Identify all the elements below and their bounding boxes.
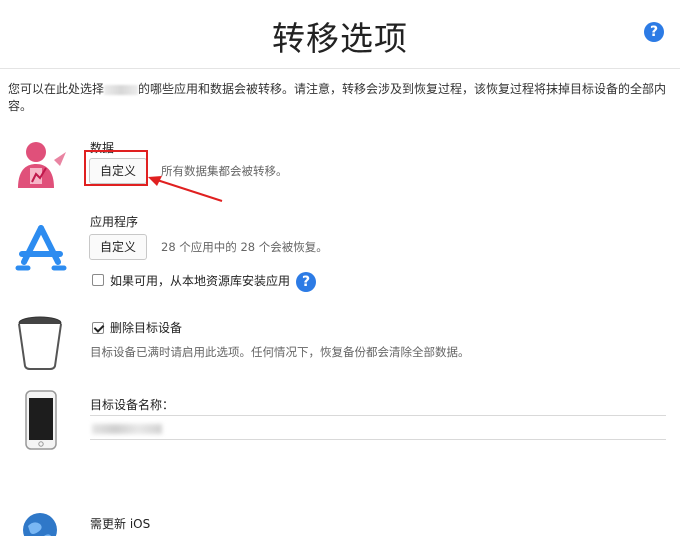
install-help-icon[interactable]: ?	[296, 272, 317, 292]
intro-text: 您可以在此处选择 的哪些应用和数据会被转移。请注意，转移会涉及到恢复过程，该恢复过…	[8, 81, 668, 115]
app-store-icon	[14, 222, 68, 280]
device-name-redacted-value	[92, 424, 162, 434]
header-divider	[0, 68, 680, 69]
apps-section-label: 应用程序	[90, 215, 139, 229]
intro-text-before: 您可以在此处选择	[8, 82, 105, 96]
install-from-library-label: 如果可用，从本地资源库安装应用	[110, 273, 291, 288]
apps-description: 28 个应用中的 28 个会被恢复。	[161, 240, 328, 254]
annotation-highlight-box	[84, 150, 148, 186]
annotation-arrow-icon	[148, 176, 223, 202]
erase-device-label: 删除目标设备	[110, 321, 183, 335]
page-title: 转移选项	[272, 19, 408, 58]
person-data-icon	[14, 138, 68, 194]
device-name-bottom-border	[90, 439, 666, 440]
install-from-library-checkbox[interactable]	[92, 274, 104, 286]
ios-update-label: 需更新 iOS	[90, 517, 151, 531]
apps-customize-button[interactable]: 自定义	[89, 234, 148, 260]
erase-device-checkbox[interactable]	[92, 321, 104, 334]
help-icon[interactable]: ?	[644, 22, 664, 42]
globe-icon	[22, 512, 58, 536]
erase-description: 目标设备已满时请启用此选项。任何情况下，恢复备份都会清除全部数据。	[90, 345, 470, 359]
install-from-library-row[interactable]: 如果可用，从本地资源库安装应用 ?	[92, 270, 317, 292]
iphone-icon	[25, 390, 57, 454]
erase-device-row[interactable]: 删除目标设备	[92, 319, 182, 336]
redacted-device-name	[104, 84, 139, 95]
trash-can-icon	[16, 314, 64, 374]
device-name-label: 目标设备名称：	[90, 398, 175, 412]
device-name-field[interactable]	[90, 416, 666, 438]
transfer-options-window: 转移选项 ? 您可以在此处选择 的哪些应用和数据会被转移。请注意，转移会涉及到恢复…	[0, 0, 680, 536]
